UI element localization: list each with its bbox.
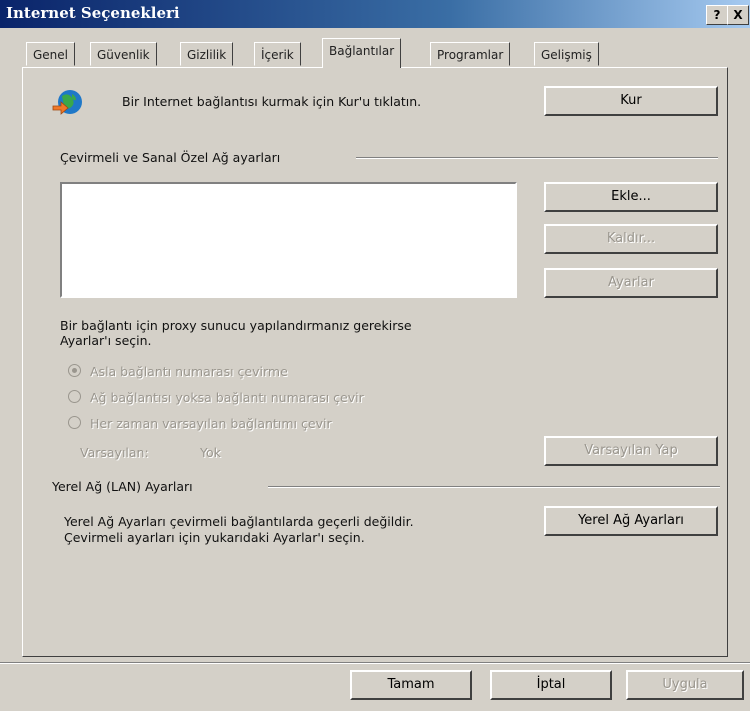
tab-gelismis[interactable]: Gelişmiş <box>534 42 599 66</box>
tab-genel[interactable]: Genel <box>26 42 76 66</box>
set-default-button[interactable]: Varsayılan Yap <box>544 436 718 466</box>
lan-group-label: Yerel Ağ (LAN) Ayarları <box>52 479 193 494</box>
window-title: Internet Seçenekleri <box>6 4 180 22</box>
radio-dial-when-no-network-label: Ağ bağlantısı yoksa bağlantı numarası çe… <box>90 390 364 405</box>
close-button[interactable]: X <box>727 5 749 25</box>
radio-always-dial[interactable] <box>68 416 81 429</box>
internet-options-dialog: Internet Seçenekleri ? X Genel Güvenlik … <box>0 0 750 711</box>
radio-never-dial[interactable] <box>68 364 81 377</box>
default-label: Varsayılan: <box>80 445 149 460</box>
apply-button[interactable]: Uygula <box>626 670 744 700</box>
lan-settings-button[interactable]: Yerel Ağ Ayarları <box>544 506 718 536</box>
add-button[interactable]: Ekle... <box>544 182 718 212</box>
tab-programlar[interactable]: Programlar <box>430 42 511 66</box>
radio-never-dial-label: Asla bağlantı numarası çevirme <box>90 364 288 379</box>
proxy-hint-line1: Bir bağlantı için proxy sunucu yapılandı… <box>60 318 412 333</box>
ok-button[interactable]: Tamam <box>350 670 472 700</box>
tab-icerik[interactable]: İçerik <box>254 42 301 66</box>
lan-text-line1: Yerel Ağ Ayarları çevirmeli bağlantılard… <box>64 514 414 529</box>
remove-button[interactable]: Kaldır... <box>544 224 718 254</box>
radio-dial-when-no-network[interactable] <box>68 390 81 403</box>
cancel-button[interactable]: İptal <box>490 670 612 700</box>
tab-guvenlik[interactable]: Güvenlik <box>90 42 157 66</box>
proxy-hint-line2: Ayarlar'ı seçin. <box>60 333 152 348</box>
lan-group-line <box>268 486 720 488</box>
radio-selected-dot <box>72 368 77 373</box>
help-button[interactable]: ? <box>706 5 728 25</box>
tab-gizlilik[interactable]: Gizlilik <box>180 42 234 66</box>
connections-list[interactable] <box>60 182 517 298</box>
setup-text: Bir Internet bağlantısı kurmak için Kur'… <box>122 94 422 109</box>
tab-baglantilar[interactable]: Bağlantılar <box>322 38 402 68</box>
default-value: Yok <box>200 445 221 460</box>
settings-button[interactable]: Ayarlar <box>544 268 718 298</box>
dialup-group-line <box>356 157 718 159</box>
radio-always-dial-label: Her zaman varsayılan bağlantımı çevir <box>90 416 332 431</box>
footer-separator <box>0 662 750 664</box>
lan-text-line2: Çevirmeli ayarları için yukarıdaki Ayarl… <box>64 530 365 545</box>
title-bar[interactable]: Internet Seçenekleri ? X <box>0 0 750 28</box>
setup-button[interactable]: Kur <box>544 86 718 116</box>
globe-network-icon <box>52 90 82 115</box>
dialup-group-label: Çevirmeli ve Sanal Özel Ağ ayarları <box>60 150 281 165</box>
